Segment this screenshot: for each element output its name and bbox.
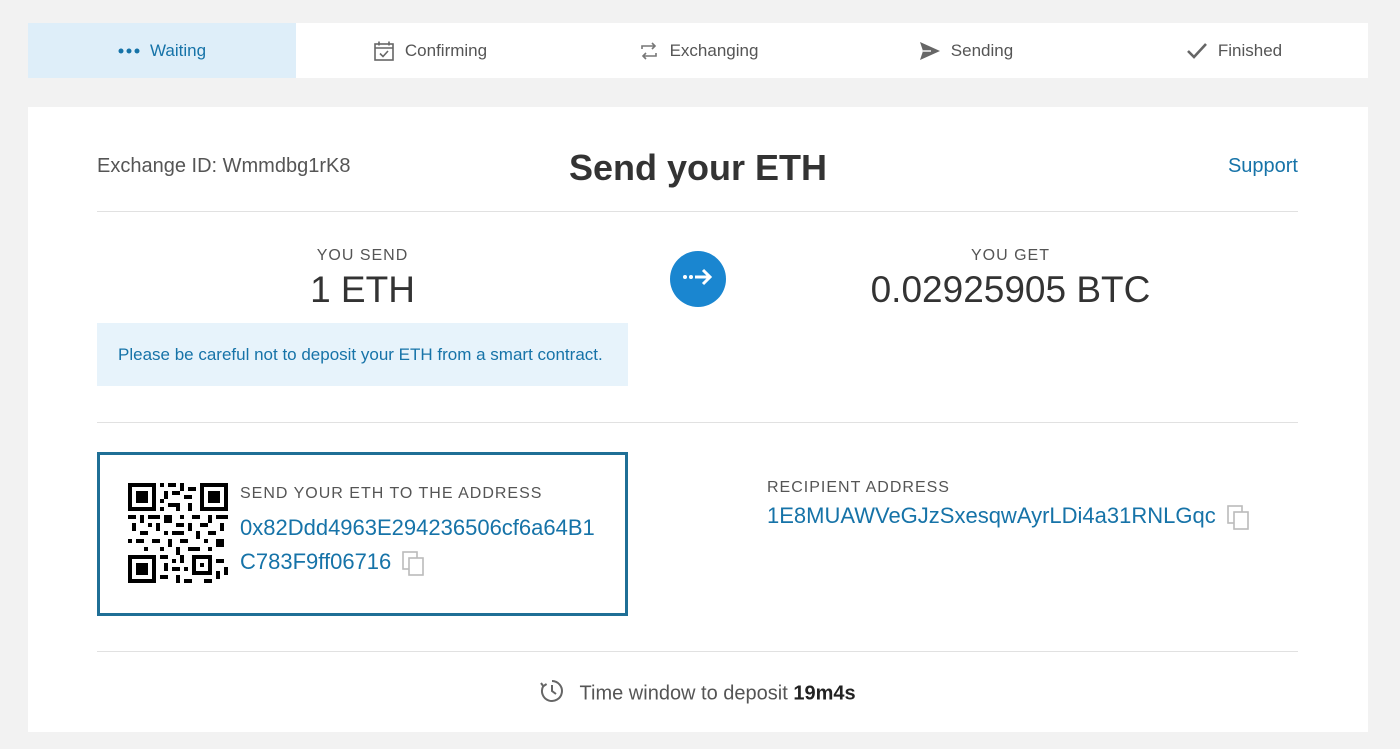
exchange-card: Exchange ID: Wmmdbg1rK8 Send your ETH Su… bbox=[28, 107, 1368, 732]
recipient-address-label: RECIPIENT ADDRESS bbox=[767, 479, 950, 496]
divider bbox=[97, 211, 1298, 212]
qr-code-icon bbox=[128, 483, 228, 583]
copy-icon[interactable] bbox=[399, 549, 427, 577]
deposit-timer: Time window to deposit 19m4s bbox=[28, 679, 1368, 709]
step-label: Exchanging bbox=[669, 40, 759, 60]
step-exchanging[interactable]: Exchanging bbox=[564, 23, 832, 78]
smart-contract-warning: Please be careful not to deposit your ET… bbox=[97, 323, 628, 386]
timer-value: 19m4s bbox=[793, 682, 856, 705]
arrow-right-icon bbox=[681, 267, 715, 292]
step-sending[interactable]: Sending bbox=[832, 23, 1100, 78]
you-send-amount: 1 ETH bbox=[310, 269, 415, 310]
recipient-address-value[interactable]: 1E8MUAWVeGJzSxesqwAyrLDi4a31RNLGqc bbox=[767, 503, 1252, 531]
send-plane-icon bbox=[919, 40, 941, 62]
you-get-label: YOU GET bbox=[970, 247, 1050, 264]
clock-icon bbox=[540, 679, 564, 709]
checkmark-icon bbox=[1186, 40, 1208, 62]
you-get-amount: 0.02925905 BTC bbox=[870, 269, 1151, 310]
deposit-address-box: SEND YOUR ETH TO THE ADDRESS 0x82Ddd4963… bbox=[97, 452, 628, 616]
deposit-address-value[interactable]: 0x82Ddd4963E294236506cf6a64B1C783F9ff067… bbox=[240, 511, 600, 579]
timer-label: Time window to deposit bbox=[579, 682, 788, 705]
calendar-check-icon bbox=[373, 40, 395, 62]
page-title: Send your ETH bbox=[568, 147, 828, 188]
step-confirming[interactable]: Confirming bbox=[296, 23, 564, 78]
progress-steps: Waiting Confirming Exchanging Sending Fi… bbox=[28, 23, 1368, 78]
deposit-address-label: SEND YOUR ETH TO THE ADDRESS bbox=[240, 485, 543, 502]
copy-icon[interactable] bbox=[1224, 503, 1252, 531]
step-label: Confirming bbox=[404, 40, 488, 60]
step-waiting[interactable]: Waiting bbox=[28, 23, 296, 78]
divider bbox=[97, 651, 1298, 652]
step-finished[interactable]: Finished bbox=[1100, 23, 1368, 78]
you-send-label: YOU SEND bbox=[316, 247, 409, 264]
support-link[interactable]: Support bbox=[1228, 155, 1298, 178]
recipient-panel: RECIPIENT ADDRESS 1E8MUAWVeGJzSxesqwAyrL… bbox=[767, 479, 1252, 531]
recipient-address-text[interactable]: 1E8MUAWVeGJzSxesqwAyrLDi4a31RNLGqc bbox=[767, 503, 1216, 528]
exchange-arrows-icon bbox=[638, 40, 660, 62]
divider bbox=[97, 422, 1298, 423]
step-label: Sending bbox=[950, 40, 1014, 60]
step-label: Finished bbox=[1217, 40, 1283, 60]
you-send-panel: YOU SEND 1 ETH bbox=[97, 247, 628, 311]
arrow-right-button[interactable] bbox=[670, 251, 726, 307]
dots-icon bbox=[118, 40, 140, 62]
you-get-panel: YOU GET 0.02925905 BTC bbox=[753, 247, 1268, 311]
step-label: Waiting bbox=[149, 40, 207, 60]
